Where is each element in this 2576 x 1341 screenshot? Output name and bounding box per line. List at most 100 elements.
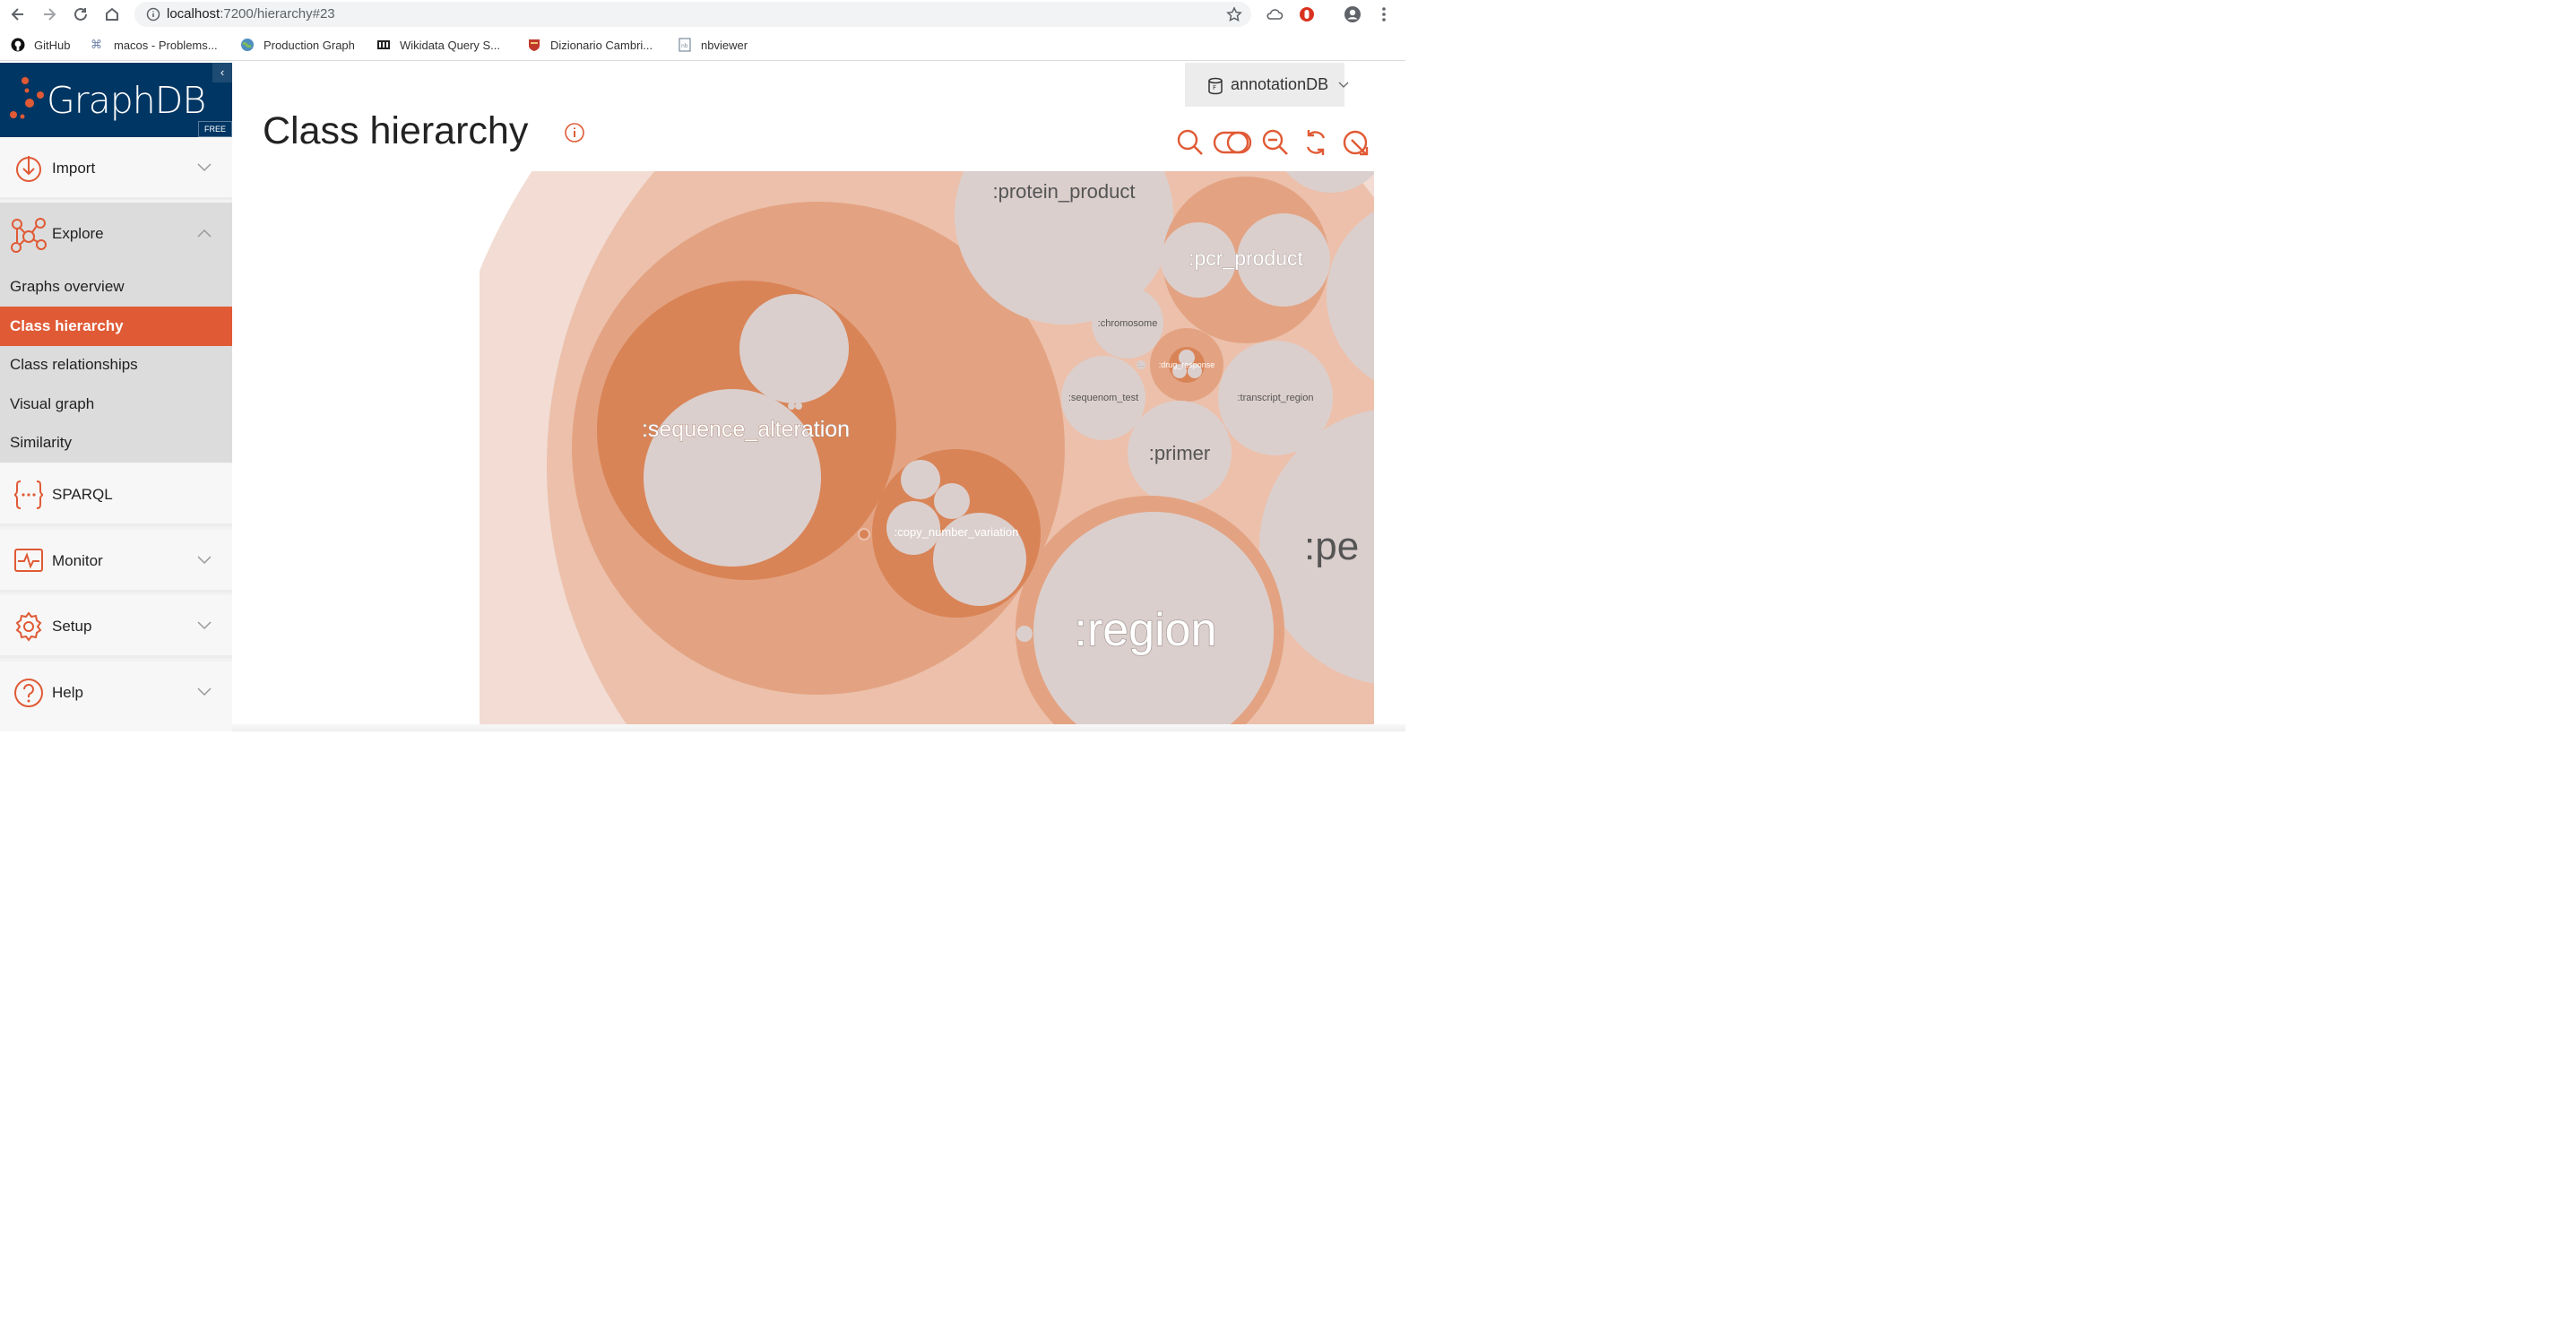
bookmark-label: Production Graph: [264, 38, 355, 52]
label-ellipsis: :...: [1137, 362, 1145, 368]
nav-graphs-overview[interactable]: Graphs overview: [0, 267, 232, 307]
class-hierarchy-chart[interactable]: :protein_product :pcr_product :chromosom…: [480, 171, 1374, 725]
main-content: F annotationDB Class hierarchy:protein_…: [232, 63, 1405, 731]
class-bubble-tiny-2: [795, 402, 802, 410]
label-transcript-region: :transcript_region: [1238, 393, 1314, 403]
nav-class-relationships[interactable]: Class relationships: [0, 345, 232, 385]
chevron-up-icon: [197, 229, 212, 238]
collapse-sidebar-button[interactable]: ‹: [212, 63, 232, 82]
browser-toolbar: localhost:7200/hierarchy#23: [0, 0, 1405, 29]
menu-explore-label: Explore: [52, 225, 104, 242]
class-bubble-sequence-alteration-child-a: [739, 294, 849, 403]
class-bubble-region-small-child: [1016, 626, 1033, 642]
extension-icon[interactable]: [1296, 4, 1318, 25]
import-icon: [16, 156, 41, 182]
class-bubble-cnv-child-a: [901, 460, 940, 499]
chevron-down-icon: [197, 621, 212, 630]
chevron-down-icon: [197, 163, 212, 172]
svg-text:nb: nb: [681, 43, 688, 49]
chevron-down-icon: [197, 556, 212, 565]
class-bubble-cnv-child-b: [934, 483, 970, 519]
svg-text:F: F: [1213, 84, 1216, 91]
bookmark-label: GitHub: [34, 38, 71, 52]
bookmarks-bar: GitHub ⌘ macos - Problems... Production …: [0, 30, 1405, 61]
command-icon: ⌘: [91, 38, 102, 51]
browser-menu-icon[interactable]: [1373, 4, 1395, 25]
zoom-out-icon[interactable]: [1260, 127, 1291, 158]
help-question-icon: [14, 679, 43, 707]
github-icon: [11, 38, 25, 52]
wikidata-icon: [377, 40, 390, 49]
menu-import[interactable]: Import: [0, 137, 232, 200]
class-bubble-sequence-alteration: [644, 389, 821, 567]
sidebar: GraphDB ‹ FREE Import Explore Graphs ove…: [0, 63, 232, 731]
menu-help-label: Help: [52, 684, 83, 701]
back-icon[interactable]: [7, 4, 29, 25]
gear-icon: [15, 611, 42, 642]
bookmark-dizionario[interactable]: Dizionario Cambri...: [527, 38, 653, 52]
bookmark-production-graph[interactable]: Production Graph: [240, 38, 355, 52]
bookmark-macos[interactable]: ⌘ macos - Problems...: [91, 38, 218, 52]
label-chromosome: :chromosome: [1098, 318, 1158, 329]
menu-monitor-label: Monitor: [52, 552, 103, 569]
label-sequence-alteration: :sequence_alteration: [642, 417, 850, 442]
menu-import-label: Import: [52, 160, 96, 177]
free-badge: FREE: [198, 121, 232, 137]
graphdb-logo-icon: [10, 77, 44, 119]
repository-selector[interactable]: F annotationDB: [1185, 63, 1349, 107]
profile-avatar-icon[interactable]: [1342, 4, 1363, 25]
bookmark-nbviewer[interactable]: nb nbviewer: [678, 38, 748, 52]
page-footer-shadow: [232, 724, 1405, 731]
graphdb-logo[interactable]: GraphDB ‹ FREE: [0, 63, 232, 137]
nbviewer-icon: nb: [679, 38, 691, 52]
label-pe: :pe: [1304, 524, 1359, 568]
url-path: :7200/hierarchy#23: [220, 6, 335, 22]
bookmark-label: Dizionario Cambri...: [550, 38, 653, 52]
label-copy-number-variation: :copy_number_variation: [895, 525, 1019, 539]
monitor-pulse-icon: [14, 549, 43, 572]
menu-explore[interactable]: Explore: [0, 203, 232, 267]
label-drug-response: :drug_response: [1159, 360, 1215, 369]
label-region: :region: [1075, 604, 1217, 656]
menu-setup-label: Setup: [52, 618, 92, 635]
info-icon[interactable]: [564, 122, 585, 143]
refresh-icon[interactable]: [1301, 127, 1331, 158]
search-icon[interactable]: [1175, 127, 1206, 158]
export-icon[interactable]: [1341, 127, 1371, 158]
nav-class-hierarchy[interactable]: Class hierarchy: [0, 307, 232, 346]
explore-group: Explore Graphs overview Class hierarchy …: [0, 203, 232, 463]
bookmark-github[interactable]: GitHub: [11, 38, 70, 52]
bookmark-label: nbviewer: [701, 38, 748, 52]
site-info-icon[interactable]: [143, 4, 164, 25]
url-text: localhost:7200/hierarchy#23: [167, 6, 335, 22]
url-host: localhost: [167, 6, 220, 22]
chevron-down-icon: [197, 688, 212, 696]
sparql-braces-icon: [13, 480, 44, 509]
menu-help[interactable]: Help: [0, 662, 232, 731]
forward-icon[interactable]: [39, 4, 60, 25]
class-bubble-tiny-1: [788, 402, 795, 410]
bookmark-label: Wikidata Query S...: [400, 38, 500, 52]
nav-visual-graph[interactable]: Visual graph: [0, 385, 232, 424]
bookmark-star-icon[interactable]: [1223, 4, 1245, 25]
menu-setup[interactable]: Setup: [0, 595, 232, 658]
cloud-icon[interactable]: [1264, 4, 1285, 25]
toggle-icon[interactable]: [1213, 127, 1252, 158]
label-pcr-product: :pcr_product: [1189, 247, 1303, 270]
chevron-down-icon: [1338, 82, 1349, 88]
page-title: Class hierarchy: [263, 109, 529, 152]
menu-sparql[interactable]: SPARQL: [0, 463, 232, 526]
explore-graph-icon: [11, 218, 47, 253]
nav-similarity[interactable]: Similarity: [0, 423, 232, 463]
label-sequenom-test: :sequenom_test: [1068, 393, 1138, 403]
menu-sparql-label: SPARQL: [52, 486, 113, 503]
bookmark-wikidata[interactable]: Wikidata Query S...: [376, 38, 500, 52]
bookmark-label: macos - Problems...: [114, 38, 218, 52]
home-icon[interactable]: [101, 4, 123, 25]
logo-text: GraphDB: [47, 79, 206, 122]
reload-icon[interactable]: [70, 4, 91, 25]
label-protein-product: :protein_product: [993, 180, 1136, 203]
menu-monitor[interactable]: Monitor: [0, 530, 232, 593]
cambridge-shield-icon: [529, 39, 540, 51]
repository-name: annotationDB: [1231, 75, 1329, 93]
